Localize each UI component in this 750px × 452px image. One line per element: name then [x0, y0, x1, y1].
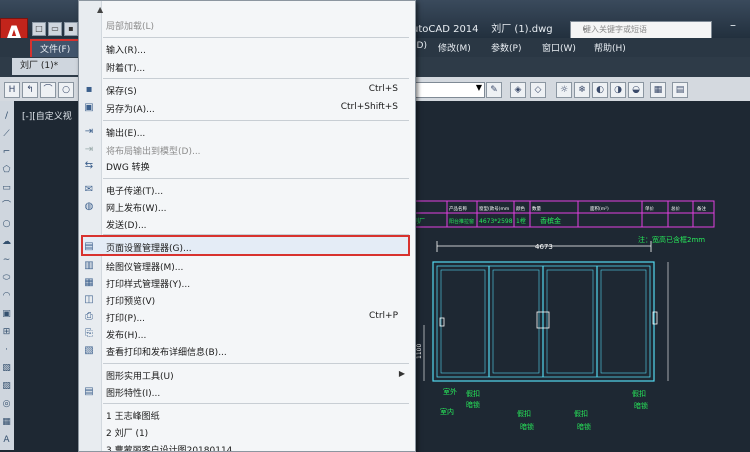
- table-cell: 阳台推拉窗: [449, 218, 474, 225]
- menu-item-attach[interactable]: 附着(T)...: [79, 59, 413, 75]
- menu-item-publish[interactable]: ⎘ 发布(H)...: [79, 326, 413, 342]
- table-header-cell: 总价: [671, 205, 680, 212]
- height-dimension: 1100: [416, 344, 423, 359]
- submenu-arrow-icon: ▶: [398, 369, 405, 378]
- menu-item-label: 将布局输出到模型(D)...: [106, 147, 201, 157]
- label-inside: 室内: [440, 407, 454, 416]
- plotter-icon: ▥: [84, 260, 94, 271]
- table-header-cell: 窗型(款号)mm: [479, 205, 509, 212]
- menu-item-export[interactable]: ⇥ 输出(E)...: [79, 124, 413, 140]
- etransmit-icon: ✉: [84, 184, 94, 195]
- table-header-cell: 产品名称: [449, 205, 467, 212]
- drawing-note: 注：宽高已含框2mm: [638, 235, 705, 244]
- menu-item-drawing-utilities[interactable]: 图形实用工具(U) ▶: [79, 367, 413, 383]
- menu-item-save-as[interactable]: ▣ 另存为(A)... Ctrl+Shift+S: [79, 100, 413, 116]
- label-dark-lock: 暗锁: [520, 422, 534, 431]
- label-outside: 室外: [443, 387, 457, 396]
- label-dark-lock: 暗锁: [634, 401, 648, 410]
- menu-item-label: 另存为(A)...: [106, 105, 155, 115]
- menu-item-label: 2 刘厂 (1): [106, 429, 149, 439]
- export-icon: ⇥: [84, 126, 94, 137]
- menu-separator: [103, 37, 409, 38]
- dwg-convert-icon: ⇆: [84, 160, 94, 171]
- menu-separator: [103, 363, 409, 364]
- table-header-cell: 单价: [645, 205, 654, 212]
- publish-icon: ⎘: [85, 328, 93, 339]
- menu-item-page-setup[interactable]: ▤ 页面设置管理器(G)...: [79, 239, 413, 255]
- menu-separator: [103, 78, 409, 79]
- menu-item-partial-load[interactable]: 局部加载(L): [79, 17, 413, 33]
- menu-item-recent-file[interactable]: 2 刘厂 (1): [79, 424, 413, 440]
- save-as-icon: ▣: [84, 102, 94, 113]
- menu-item-plot[interactable]: ⎙ 打印(P)... Ctrl+P: [79, 309, 413, 325]
- menu-item-label: 附着(T)...: [106, 64, 146, 74]
- menu-item-label: 输出(E)...: [106, 129, 146, 139]
- menu-item-drawing-properties[interactable]: ▤ 图形特性(I)...: [79, 384, 413, 400]
- menu-item-dwg-convert[interactable]: ⇆ DWG 转换: [79, 158, 413, 174]
- menu-item-label: 保存(S): [106, 87, 137, 97]
- menu-item-etransmit[interactable]: ✉ 电子传递(T)...: [79, 182, 413, 198]
- menu-item-label: 图形特性(I)...: [106, 389, 161, 399]
- table-cell: 香槟金: [540, 216, 561, 225]
- menu-item-export-layout[interactable]: ⇥ 将布局输出到模型(D)...: [79, 142, 413, 158]
- menu-item-plot-style-manager[interactable]: ▦ 打印样式管理器(Y)...: [79, 275, 413, 291]
- menu-item-label: 网上发布(W)...: [106, 204, 167, 214]
- table-header-cell: 面积(m²): [590, 205, 609, 212]
- preview-icon: ◫: [84, 294, 94, 305]
- properties-icon: ▤: [84, 386, 94, 397]
- menu-separator: [103, 178, 409, 179]
- menu-item-label: 电子传递(T)...: [106, 187, 164, 197]
- menu-item-label: 打印(P)...: [106, 314, 146, 324]
- menu-separator: [103, 120, 409, 121]
- menu-item-label: 发布(H)...: [106, 331, 147, 341]
- file-menu-dropdown: ▲ 局部加载(L) 输入(R)... 附着(T)... ▪ 保存(S) Ctrl+S…: [78, 0, 416, 452]
- printer-icon: ⎙: [85, 311, 93, 322]
- shortcut-label: Ctrl+Shift+S: [340, 102, 398, 112]
- label-fake-lock: 假扣: [466, 389, 480, 398]
- menu-item-import[interactable]: 输入(R)...: [79, 41, 413, 57]
- menu-item-label: 绘图仪管理器(M)...: [106, 263, 184, 273]
- menu-item-label: 输入(R)...: [106, 46, 146, 56]
- menu-item-label: 1 王志峰图纸: [106, 412, 160, 422]
- label-fake-lock: 假扣: [632, 389, 646, 398]
- table-cell: 1樘: [516, 217, 526, 225]
- label-dark-lock: 暗锁: [466, 400, 480, 409]
- shortcut-label: Ctrl+S: [368, 84, 398, 94]
- menu-item-label: 页面设置管理器(G)...: [106, 244, 192, 254]
- globe-icon: ◍: [84, 201, 94, 212]
- menu-item-label: 查看打印和发布详细信息(B)...: [106, 348, 227, 358]
- menu-item-save[interactable]: ▪ 保存(S) Ctrl+S: [79, 82, 413, 98]
- menu-item-plot-preview[interactable]: ◫ 打印预览(V): [79, 292, 413, 308]
- table-header-cell: 数量: [532, 205, 541, 212]
- width-dimension: 4673: [535, 243, 553, 251]
- menu-item-publish-web[interactable]: ◍ 网上发布(W)...: [79, 199, 413, 215]
- shortcut-label: Ctrl+P: [369, 311, 398, 321]
- menu-item-recent-file[interactable]: 1 王志峰图纸: [79, 407, 413, 423]
- menu-item-plotter-manager[interactable]: ▥ 绘图仪管理器(M)...: [79, 258, 413, 274]
- menu-item-label: 3 曹蒙丽客户设计图20180114: [106, 446, 233, 452]
- plot-style-icon: ▦: [84, 277, 94, 288]
- menu-item-plot-details[interactable]: ▧ 查看打印和发布详细信息(B)...: [79, 343, 413, 359]
- menu-item-label: 发送(D)...: [106, 221, 147, 231]
- menu-item-label: DWG 转换: [106, 163, 150, 173]
- menu-item-send[interactable]: 发送(D)...: [79, 216, 413, 232]
- export-layout-icon: ⇥: [84, 144, 94, 155]
- menu-item-label: 打印样式管理器(Y)...: [106, 280, 191, 290]
- label-fake-lock: 假扣: [517, 409, 531, 418]
- table-header-cell: 备注: [697, 205, 706, 212]
- scroll-up-icon[interactable]: ▲: [97, 5, 103, 14]
- menu-item-label: 打印预览(V): [106, 297, 156, 307]
- menu-item-label: 图形实用工具(U): [106, 372, 174, 382]
- table-cell: 4673*2598: [479, 218, 513, 225]
- table-header-cell: 颜色: [516, 205, 525, 212]
- save-icon: ▪: [85, 84, 93, 95]
- label-fake-lock: 假扣: [574, 409, 588, 418]
- plot-details-icon: ▧: [84, 345, 94, 356]
- menu-separator: [103, 403, 409, 404]
- label-dark-lock: 暗锁: [577, 422, 591, 431]
- menu-item-label: 局部加载(L): [106, 22, 155, 32]
- page-setup-icon: ▤: [84, 241, 94, 252]
- menu-item-recent-file[interactable]: 3 曹蒙丽客户设计图20180114: [79, 441, 413, 452]
